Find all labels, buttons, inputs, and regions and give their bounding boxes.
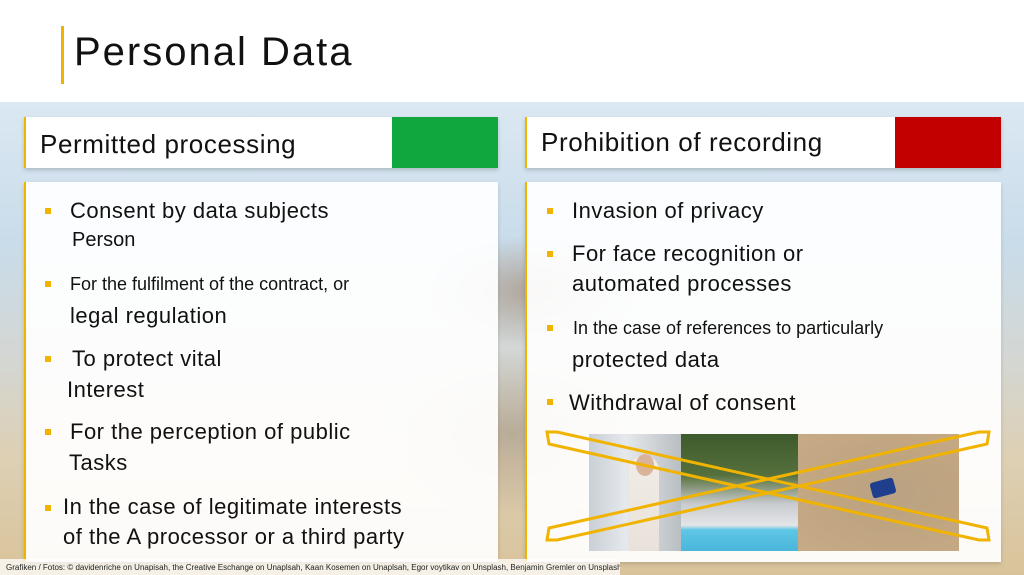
prohibition-label: Prohibition of recording <box>541 127 823 157</box>
list-item: For the perception of public <box>70 419 351 444</box>
bullet-icon <box>45 208 51 214</box>
permitted-processing-label: Permitted processing <box>40 129 297 159</box>
green-indicator <box>392 117 498 168</box>
permitted-processing-header: Permitted processing <box>24 117 498 168</box>
list-item: Invasion of privacy <box>572 198 764 223</box>
list-item: Consent by data subjects <box>70 198 330 223</box>
bullet-icon <box>45 505 51 511</box>
bullet-icon <box>547 325 553 331</box>
title-accent-bar <box>61 26 64 84</box>
list-item: Person <box>72 229 136 251</box>
list-item: Withdrawal of consent <box>569 390 796 415</box>
bullet-icon <box>45 429 51 435</box>
list-item: protected data <box>572 347 720 372</box>
bullet-icon <box>547 399 553 405</box>
prohibition-header: Prohibition of recording <box>525 117 1001 168</box>
bullet-icon <box>547 251 553 257</box>
photo-credit: Grafiken / Fotos: © davidenriche on Unap… <box>0 559 620 575</box>
bullet-icon <box>45 356 51 362</box>
red-indicator <box>895 117 1001 168</box>
list-item: Tasks <box>69 450 128 475</box>
cross-out-icon <box>545 430 991 542</box>
bullet-icon <box>45 281 51 287</box>
slide-title: Personal Data <box>74 30 354 74</box>
list-item: In the case of references to particularl… <box>573 318 884 338</box>
list-item: For the fulfilment of the contract, or <box>70 274 350 294</box>
list-item: In the case of legitimate interests <box>63 494 403 519</box>
list-item: legal regulation <box>70 303 228 328</box>
list-item: To protect vital <box>72 346 222 371</box>
list-item: Interest <box>67 377 145 402</box>
bullet-icon <box>547 208 553 214</box>
list-item: For face recognition or <box>572 241 804 266</box>
list-item: automated processes <box>572 271 792 296</box>
list-item: of the A processor or a third party <box>63 524 405 549</box>
